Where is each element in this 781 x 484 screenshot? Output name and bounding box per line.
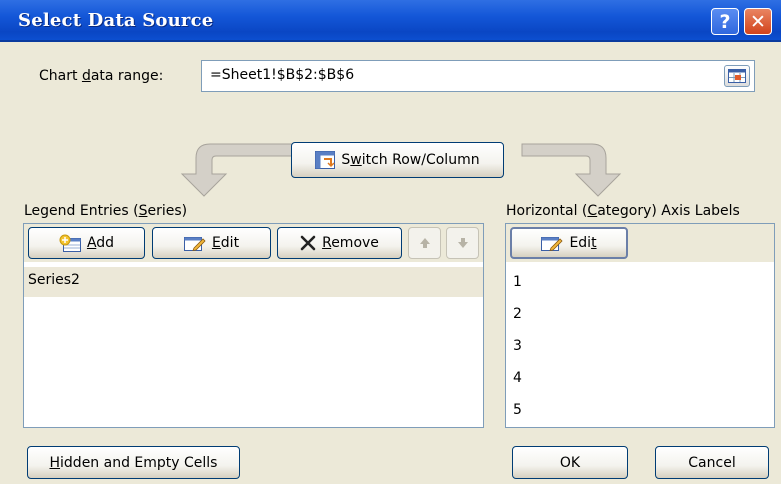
add-icon (59, 234, 81, 252)
edit-series-label: Edit (211, 235, 240, 251)
edit-series-button[interactable]: Edit (152, 227, 271, 259)
category-axis-labels-panel: Edit 1 2 3 4 5 (505, 223, 775, 428)
close-button[interactable]: ✕ (744, 8, 772, 35)
hidden-empty-cells-label: Hidden and Empty Cells (49, 454, 218, 471)
move-up-button[interactable] (408, 227, 441, 259)
title-bar[interactable]: Select Data Source ? ✕ (0, 0, 781, 42)
chart-data-range-input[interactable]: =Sheet1!$B$2:$B$6 (201, 60, 755, 92)
chart-data-range-label: Chart data range: (39, 68, 164, 84)
hidden-empty-cells-button[interactable]: Hidden and Empty Cells (27, 446, 240, 479)
left-curved-arrow-icon (180, 143, 293, 197)
legend-entries-heading: Legend Entries (Series) (24, 203, 188, 219)
cancel-label: Cancel (688, 454, 736, 471)
select-data-source-dialog: Select Data Source ? ✕ Chart data range:… (0, 0, 781, 484)
switch-row-column-icon (315, 151, 336, 169)
category-axis-labels-heading: Horizontal (Category) Axis Labels (506, 203, 740, 219)
chart-data-range-value: =Sheet1!$B$2:$B$6 (210, 67, 355, 83)
edit-category-label: Edit (569, 235, 597, 251)
dialog-title: Select Data Source (18, 10, 214, 31)
arrow-down-icon (457, 238, 468, 248)
range-picker-button[interactable] (724, 65, 750, 87)
cancel-button[interactable]: Cancel (655, 446, 769, 479)
series-list-item[interactable]: Series2 (24, 267, 483, 297)
switch-row-column-button[interactable]: Switch Row/Column (291, 142, 504, 178)
ok-label: OK (559, 454, 581, 471)
help-icon: ? (719, 10, 731, 33)
arrow-up-icon (419, 238, 430, 248)
edit-category-button[interactable]: Edit (510, 227, 628, 259)
edit-icon (183, 235, 206, 251)
category-toolbar: Edit (506, 224, 774, 262)
remove-icon (300, 235, 316, 251)
remove-series-button[interactable]: Remove (277, 227, 402, 259)
category-label-item[interactable]: 4 (513, 370, 522, 386)
edit-category-icon (541, 235, 564, 251)
help-button[interactable]: ? (711, 8, 739, 35)
switch-row-column-label: Switch Row/Column (341, 152, 480, 168)
add-series-button[interactable]: Add (28, 227, 145, 259)
range-picker-icon (728, 69, 746, 83)
remove-series-label: Remove (322, 235, 379, 251)
add-label: Add (86, 235, 115, 251)
legend-toolbar: Add Edit Remove (24, 224, 483, 262)
move-down-button[interactable] (446, 227, 479, 259)
category-label-item[interactable]: 5 (513, 402, 522, 418)
category-label-item[interactable]: 1 (513, 274, 522, 290)
legend-entries-panel: Add Edit Remove Series2 (23, 223, 484, 428)
right-curved-arrow-icon (521, 143, 622, 197)
category-label-item[interactable]: 2 (513, 306, 522, 322)
ok-button[interactable]: OK (512, 446, 628, 479)
close-icon: ✕ (750, 10, 766, 33)
category-label-item[interactable]: 3 (513, 338, 522, 354)
series-name: Series2 (28, 272, 80, 288)
